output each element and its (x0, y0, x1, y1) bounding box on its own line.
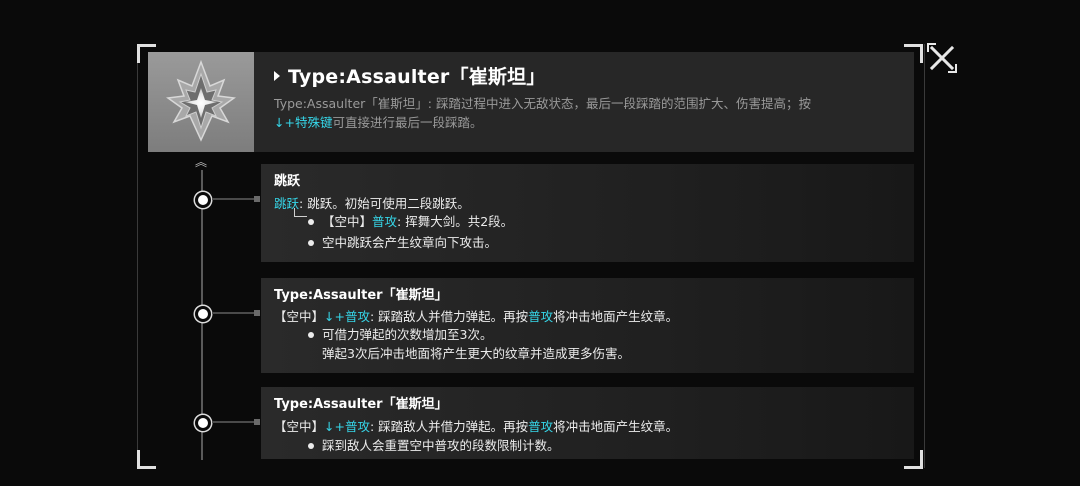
expand-arrow-icon (274, 70, 280, 81)
card-line-1: 【空中】↓+普攻: 踩踏敌人并借力弹起。再按普攻将冲击地面产生纹章。 (274, 306, 678, 325)
card-line-2: 可借力弹起的次数增加至3次。 (308, 324, 492, 343)
skill-card-assaulter-1: Type:Assaulter「崔斯坦」 【空中】↓+普攻: 踩踏敌人并借力弹起。… (261, 278, 914, 373)
skill-card-assaulter-2: Type:Assaulter「崔斯坦」 【空中】↓+普攻: 踩踏敌人并借力弹起。… (261, 387, 914, 459)
card-text-2: 将冲击地面产生纹章。 (553, 419, 679, 434)
card-bracket: 【空中】 (322, 214, 373, 229)
skill-description-text: Type:Assaulter「崔斯坦」: 踩踏过程中进入无敌状态，最后一段踩踏的… (274, 96, 811, 111)
card-text: : 踩踏敌人并借力弹起。再按 (369, 419, 529, 434)
card-bracket: 【空中】 (274, 419, 325, 434)
timeline-connector-3 (212, 419, 260, 425)
card-text: : 踩踏敌人并借力弹起。再按 (369, 309, 529, 324)
card-line-3: 弹起3次后冲击地面将产生更大的纹章并造成更多伤害。 (322, 346, 630, 361)
skill-description: Type:Assaulter「崔斯坦」: 踩踏过程中进入无敌状态，最后一段踩踏的… (274, 94, 894, 132)
card-text: : 跳跃。初始可使用二段跳跃。 (299, 196, 470, 211)
card-key: 普攻 (372, 214, 398, 229)
card-title: 跳跃 (274, 174, 301, 189)
skill-header: Type:Assaulter「崔斯坦」 Type:Assaulter「崔斯坦」:… (148, 52, 914, 152)
card-bracket: 【空中】 (274, 309, 325, 324)
skill-title: Type:Assaulter「崔斯坦」 (274, 62, 546, 89)
timeline-node-2 (195, 306, 211, 322)
card-title: Type:Assaulter「崔斯坦」 (274, 397, 448, 412)
skill-description-suffix: 可直接进行最后一段踩踏。 (332, 115, 483, 130)
skill-icon-box (148, 52, 254, 152)
double-chevron-up-icon: ︽ (195, 155, 208, 169)
close-icon (927, 43, 957, 73)
card-line-1: 【空中】↓+普攻: 踩踏敌人并借力弹起。再按普攻将冲击地面产生纹章。 (274, 416, 678, 435)
crystal-emblem-icon (166, 59, 236, 142)
card-line-2: 【空中】普攻: 挥舞大剑。共2段。 (308, 211, 513, 230)
card-key: ↓+普攻 (324, 419, 370, 434)
card-key-2: 普攻 (528, 419, 554, 434)
branch-connector (294, 208, 307, 217)
skill-description-key: ↓+特殊键 (274, 115, 333, 130)
card-line-3: 空中跳跃会产生纹章向下攻击。 (308, 232, 497, 251)
timeline-connector-2 (212, 310, 260, 316)
card-text: : 挥舞大剑。共2段。 (397, 214, 514, 229)
timeline-connector-1 (212, 196, 260, 202)
timeline-node-1 (195, 192, 211, 208)
close-button[interactable] (924, 40, 960, 76)
frame-corner-bottom-left (137, 450, 156, 469)
card-title: Type:Assaulter「崔斯坦」 (274, 288, 448, 303)
card-key-2: 普攻 (528, 309, 554, 324)
skill-card-jump: 跳跃 跳跃: 跳跃。初始可使用二段跳跃。 【空中】普攻: 挥舞大剑。共2段。 空… (261, 164, 914, 262)
skill-title-text: Type:Assaulter「崔斯坦」 (288, 66, 546, 88)
timeline-node-3 (195, 415, 211, 431)
card-key: ↓+普攻 (324, 309, 370, 324)
card-line-2: 踩到敌人会重置空中普攻的段数限制计数。 (308, 435, 560, 454)
card-text-2: 将冲击地面产生纹章。 (553, 309, 679, 324)
